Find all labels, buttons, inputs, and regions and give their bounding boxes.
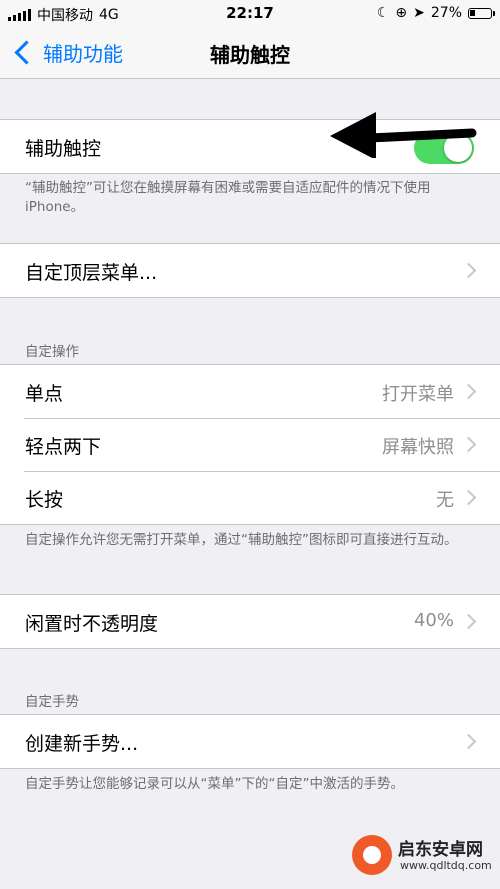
assistive-touch-footer: “辅助触控”可让您在触摸屏幕有困难或需要自适应配件的情况下使用 iPhone。 bbox=[25, 180, 431, 215]
chevron-right-icon bbox=[460, 489, 477, 506]
status-bar: 中国移动 4G 22:17 ☾ ⊕ ➤ 27% bbox=[0, 0, 500, 28]
chevron-right-icon bbox=[460, 383, 477, 400]
watermark-url: www.qdltdq.com bbox=[400, 859, 492, 872]
chevron-right-icon bbox=[460, 613, 477, 630]
long-press-row[interactable]: 长按 无 bbox=[0, 471, 500, 524]
create-gesture-row[interactable]: 创建新手势... bbox=[0, 715, 500, 768]
long-press-label: 长按 bbox=[25, 489, 64, 511]
chevron-right-icon bbox=[460, 436, 477, 453]
status-right: ☾ ⊕ ➤ 27% bbox=[376, 5, 495, 21]
assistive-touch-label: 辅助触控 bbox=[25, 138, 102, 160]
idle-opacity-value: 40% bbox=[413, 610, 454, 631]
battery-percent: 27% bbox=[430, 5, 462, 21]
single-tap-label: 单点 bbox=[25, 383, 64, 405]
single-tap-row[interactable]: 单点 打开菜单 bbox=[0, 365, 500, 418]
idle-opacity-label: 闲置时不透明度 bbox=[25, 613, 159, 635]
idle-opacity-group: 闲置时不透明度 40% bbox=[0, 594, 500, 649]
location-icon: ➤ bbox=[413, 5, 425, 21]
custom-actions-footer: 自定操作允许您无需打开菜单，通过“辅助触控”图标即可直接进行互动。 bbox=[25, 532, 458, 548]
double-tap-row[interactable]: 轻点两下 屏幕快照 bbox=[0, 418, 500, 471]
create-gesture-label: 创建新手势... bbox=[25, 733, 139, 755]
custom-actions-group: 单点 打开菜单 轻点两下 屏幕快照 长按 无 bbox=[0, 364, 500, 525]
top-menu-label: 自定顶层菜单... bbox=[25, 262, 158, 284]
chevron-right-icon bbox=[460, 733, 477, 750]
custom-gestures-header: 自定手势 bbox=[25, 694, 79, 710]
top-menu-row[interactable]: 自定顶层菜单... bbox=[0, 244, 500, 297]
chevron-right-icon bbox=[460, 262, 477, 279]
battery-icon bbox=[468, 7, 495, 19]
single-tap-value: 打开菜单 bbox=[382, 384, 454, 405]
custom-gestures-group: 创建新手势... bbox=[0, 714, 500, 769]
long-press-value: 无 bbox=[436, 490, 454, 511]
watermark-name: 启东安卓网 bbox=[398, 840, 483, 860]
page-title: 辅助触控 bbox=[210, 43, 290, 67]
custom-gestures-footer: 自定手势让您能够记录可以从“菜单”下的“自定”中激活的手势。 bbox=[25, 776, 404, 792]
idle-opacity-row[interactable]: 闲置时不透明度 40% bbox=[0, 595, 500, 648]
rotation-lock-icon: ⊕ bbox=[395, 5, 408, 21]
navigation-bar: 辅助功能 辅助触控 bbox=[0, 28, 500, 79]
arrow-annotation-icon bbox=[330, 112, 477, 158]
watermark-logo-icon bbox=[352, 835, 392, 875]
double-tap-label: 轻点两下 bbox=[25, 436, 102, 458]
custom-actions-header: 自定操作 bbox=[25, 344, 79, 360]
top-menu-group: 自定顶层菜单... bbox=[0, 243, 500, 298]
moon-icon: ☾ bbox=[376, 5, 390, 21]
watermark: 启东安卓网 www.qdltdq.com bbox=[344, 821, 494, 883]
battery-fill bbox=[470, 9, 475, 16]
double-tap-value: 屏幕快照 bbox=[382, 437, 454, 458]
